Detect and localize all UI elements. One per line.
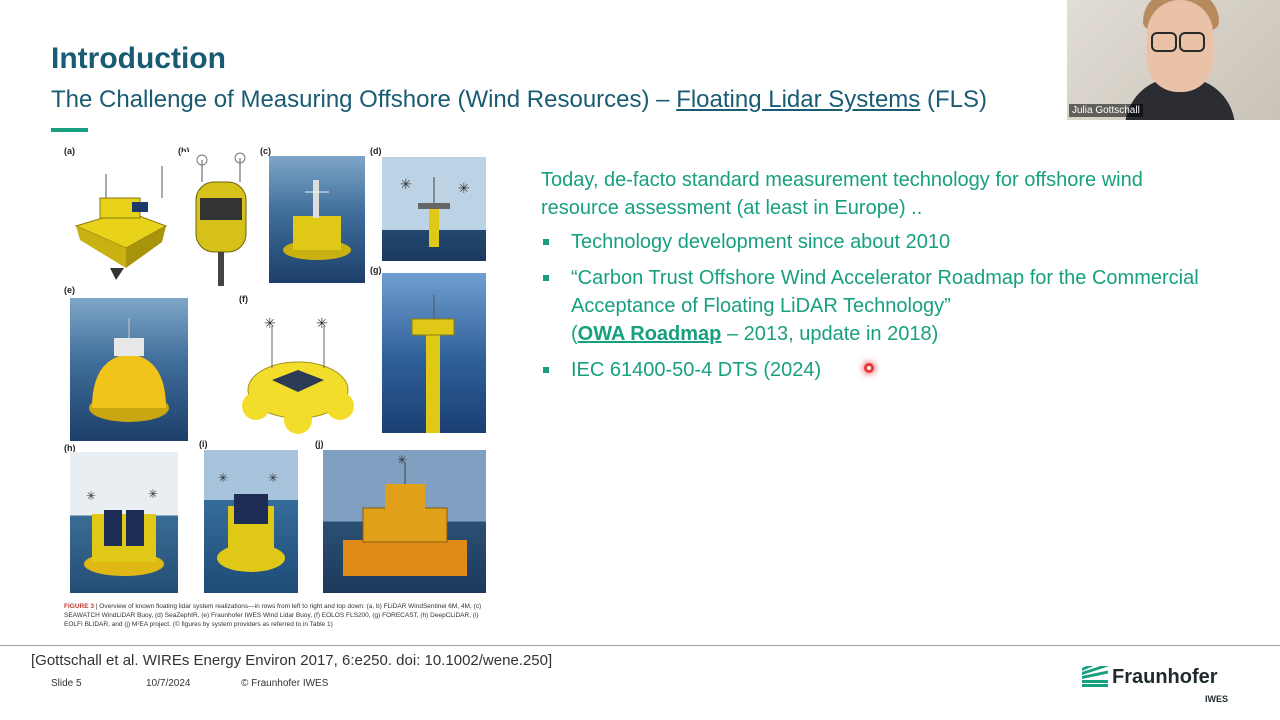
buoy-photo-f: ✳ ✳: [242, 308, 354, 436]
bullet-text-tail: – 2013, update in 2018): [721, 323, 939, 345]
slide-copyright: © Fraunhofer IWES: [241, 678, 329, 689]
svg-text:✳: ✳: [397, 453, 407, 467]
panel-label-e: (e): [64, 285, 75, 295]
citation: [Gottschall et al. WIREs Energy Environ …: [31, 652, 553, 669]
panel-label-f: (f): [239, 294, 248, 304]
subtitle-suffix: (FLS): [920, 86, 987, 113]
fraunhofer-logo-text: Fraunhofer: [1112, 666, 1218, 688]
panel-label-d: (d): [370, 146, 382, 156]
slide-body: Today, de-facto standard measurement tec…: [541, 166, 1201, 392]
buoy-photo-i: ✳ ✳: [204, 450, 298, 593]
glasses-right-icon: [1179, 32, 1205, 52]
svg-text:✳: ✳: [86, 489, 96, 503]
bullet-square-icon: [543, 239, 549, 245]
buoy-photo-c: [269, 156, 365, 283]
buoy-photo-d: ✳ ✳: [382, 157, 486, 261]
buoy-photo-a: [66, 156, 174, 280]
buoy-photo-j: ✳: [323, 450, 486, 593]
caption-text: | Overview of known floating lidar syste…: [64, 603, 482, 628]
title-accent-rule: [51, 128, 88, 132]
buoy-photo-e: [70, 298, 188, 441]
subtitle-prefix: The Challenge of Measuring Offshore (Win…: [51, 86, 677, 113]
participant-name-label: Julia Gottschall: [1069, 104, 1143, 117]
svg-text:✳: ✳: [400, 176, 412, 192]
bullet-text: “Carbon Trust Offshore Wind Accelerator …: [571, 267, 1199, 317]
slide-subtitle: The Challenge of Measuring Offshore (Win…: [51, 86, 987, 114]
glasses-left-icon: [1151, 32, 1177, 52]
bullet-text: Technology development since about 2010: [571, 231, 951, 253]
panel-label-g: (g): [370, 265, 382, 275]
participant-video-tile[interactable]: Julia Gottschall: [1067, 0, 1280, 120]
owa-roadmap-link[interactable]: OWA Roadmap: [578, 323, 722, 345]
panel-label-c: (c): [260, 146, 271, 156]
bullet-text: IEC 61400-50-4 DTS (2024): [571, 359, 822, 381]
subtitle-link[interactable]: Floating Lidar Systems: [676, 86, 920, 113]
buoy-photo-h: ✳ ✳: [70, 452, 178, 593]
svg-text:✳: ✳: [458, 180, 470, 196]
slide-number: Slide 5: [51, 678, 82, 689]
bullet-square-icon: [543, 367, 549, 373]
slide-date: 10/7/2024: [146, 678, 191, 689]
figure-caption: FIGURE 3 | Overview of known floating li…: [64, 602, 494, 629]
footer-divider: [0, 645, 1280, 646]
fraunhofer-mark-icon: [1082, 666, 1108, 687]
laser-pointer: [864, 363, 874, 373]
buoy-photo-g: [382, 273, 486, 433]
svg-text:✳: ✳: [316, 315, 328, 331]
bullet-paren-open: (: [571, 323, 578, 345]
bullet-item: “Carbon Trust Offshore Wind Accelerator …: [541, 264, 1201, 348]
buoy-photo-b: [182, 152, 260, 286]
svg-text:✳: ✳: [268, 471, 278, 485]
bullet-item: Technology development since about 2010: [541, 228, 1201, 256]
fraunhofer-logo-sub: IWES: [1205, 694, 1229, 704]
svg-text:✳: ✳: [264, 315, 276, 331]
bullet-square-icon: [543, 275, 549, 281]
svg-text:✳: ✳: [148, 487, 158, 501]
intro-text: Today, de-facto standard measurement tec…: [541, 169, 1143, 219]
panel-label-j: (j): [315, 439, 324, 449]
caption-label: FIGURE 3: [64, 603, 94, 610]
panel-label-a: (a): [64, 146, 75, 156]
panel-label-i: (i): [199, 439, 208, 449]
slide-title: Introduction: [51, 42, 226, 75]
svg-text:✳: ✳: [218, 471, 228, 485]
figure-panel-grid: (a) (b) (c) (d) (e) (f) (g) (h) (i) (j) …: [58, 146, 496, 628]
